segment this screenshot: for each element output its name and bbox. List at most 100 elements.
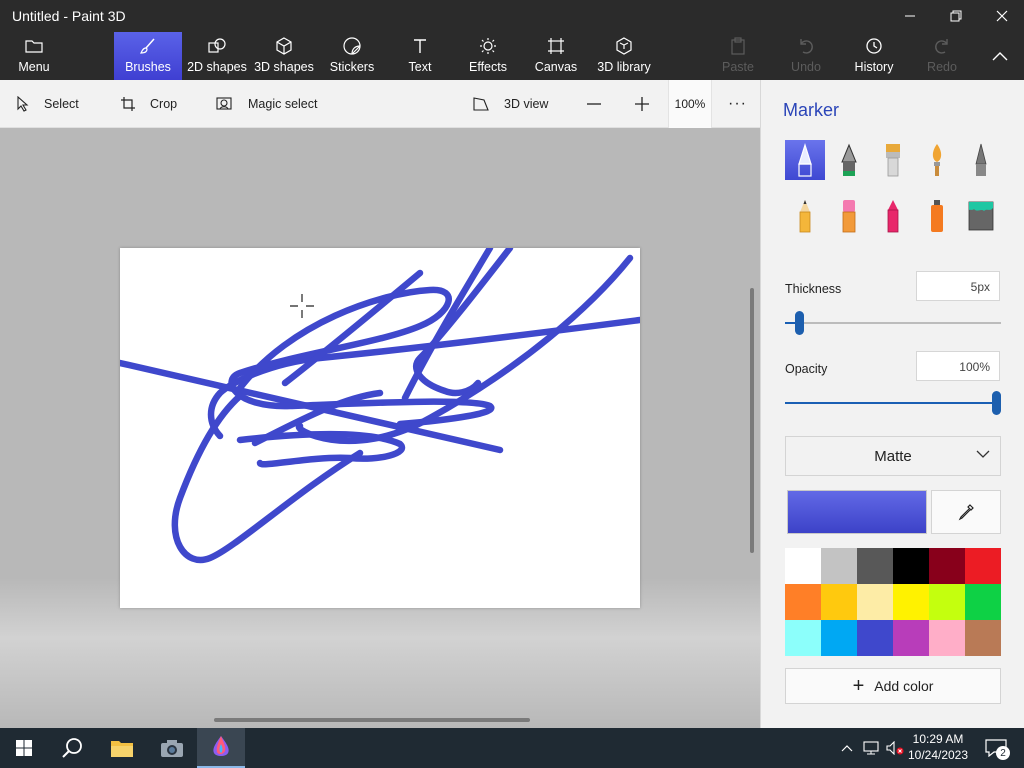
- color-swatch[interactable]: [929, 548, 965, 584]
- restore-button[interactable]: [933, 0, 979, 32]
- more-options-button[interactable]: ···: [728, 80, 747, 128]
- brush-crayon[interactable]: [873, 196, 913, 236]
- tool-3d-library[interactable]: 3D library: [596, 32, 652, 80]
- crosshair-cursor-icon: [290, 294, 314, 318]
- camera-button[interactable]: [148, 728, 196, 768]
- brush-calligraphy-pen[interactable]: [829, 140, 869, 180]
- color-swatch[interactable]: [821, 620, 857, 656]
- brush-oil[interactable]: [873, 140, 913, 180]
- clock[interactable]: 10:29 AM 10/24/2023: [906, 731, 970, 763]
- tool-label: 3D library: [597, 60, 651, 74]
- 3d-view-icon: [472, 96, 490, 112]
- folder-icon: [25, 37, 43, 55]
- minimize-button[interactable]: [887, 0, 933, 32]
- chevron-down-icon: [976, 450, 990, 458]
- color-swatch[interactable]: [785, 548, 821, 584]
- tool-3d-shapes[interactable]: 3D shapes: [253, 32, 315, 80]
- brush-fill[interactable]: [961, 196, 1001, 236]
- zoom-in-button[interactable]: [634, 80, 650, 128]
- color-swatch[interactable]: [821, 548, 857, 584]
- 3d-view-button[interactable]: 3D view: [472, 80, 548, 128]
- color-swatch[interactable]: [893, 584, 929, 620]
- color-swatch[interactable]: [965, 548, 1001, 584]
- tool-canvas[interactable]: Canvas: [534, 32, 578, 80]
- magic-select-label: Magic select: [248, 97, 318, 111]
- add-color-button[interactable]: + Add color: [785, 668, 1001, 704]
- history-button[interactable]: History: [850, 32, 898, 80]
- current-color-swatch[interactable]: [787, 490, 927, 534]
- color-swatch[interactable]: [929, 620, 965, 656]
- brush-pixel-pen[interactable]: [961, 140, 1001, 180]
- search-button[interactable]: [48, 728, 96, 768]
- thickness-slider[interactable]: [785, 311, 1001, 335]
- brush-eraser[interactable]: [829, 196, 869, 236]
- close-button[interactable]: [979, 0, 1024, 32]
- paint3d-taskbar-button[interactable]: [197, 728, 245, 768]
- color-swatch[interactable]: [857, 548, 893, 584]
- marker-stroke: [120, 248, 640, 564]
- menu-button[interactable]: Menu: [8, 32, 60, 80]
- color-swatch[interactable]: [929, 584, 965, 620]
- thickness-input[interactable]: 5px: [916, 271, 1000, 301]
- zoom-out-button[interactable]: [586, 80, 602, 128]
- brush-watercolor[interactable]: [917, 140, 957, 180]
- magic-select-button[interactable]: Magic select: [216, 80, 317, 128]
- color-swatch[interactable]: [965, 620, 1001, 656]
- opacity-fill: [785, 402, 996, 404]
- opacity-input[interactable]: 100%: [916, 351, 1000, 381]
- brush-marker[interactable]: [785, 140, 825, 180]
- marker-icon: [798, 143, 812, 177]
- select-button[interactable]: Select: [16, 80, 79, 128]
- volume-muted-icon: [886, 741, 904, 755]
- tool-effects[interactable]: Effects: [466, 32, 510, 80]
- action-center-button[interactable]: 2: [978, 728, 1014, 768]
- color-swatch[interactable]: [893, 548, 929, 584]
- 2d-shapes-icon: [207, 37, 227, 55]
- start-button[interactable]: [0, 728, 48, 768]
- crayon-icon: [887, 200, 899, 233]
- eyedropper-button[interactable]: [931, 490, 1001, 534]
- panel-title: Marker: [783, 100, 840, 120]
- tool-stickers[interactable]: Stickers: [326, 32, 378, 80]
- restore-icon: [950, 10, 962, 22]
- color-swatch[interactable]: [857, 620, 893, 656]
- color-swatch[interactable]: [857, 584, 893, 620]
- redo-button[interactable]: Redo: [922, 32, 962, 80]
- opacity-slider[interactable]: [785, 391, 1001, 415]
- finish-dropdown[interactable]: Matte: [785, 436, 1001, 476]
- window-title: Untitled - Paint 3D: [12, 8, 126, 24]
- paste-button[interactable]: Paste: [718, 32, 758, 80]
- clock-time: 10:29 AM: [912, 732, 964, 746]
- color-swatch[interactable]: [785, 584, 821, 620]
- horizontal-scrollbar[interactable]: [214, 718, 530, 722]
- undo-button[interactable]: Undo: [786, 32, 826, 80]
- color-swatch[interactable]: [785, 620, 821, 656]
- workspace[interactable]: [0, 128, 760, 728]
- brush-spray-can[interactable]: [917, 196, 957, 236]
- zoom-level[interactable]: 100%: [668, 80, 712, 128]
- network-button[interactable]: [860, 728, 882, 768]
- opacity-thumb[interactable]: [992, 391, 1001, 415]
- calligraphy-pen-icon: [841, 143, 857, 176]
- drawing-canvas[interactable]: [120, 248, 640, 608]
- title-bar: Untitled - Paint 3D: [0, 0, 1024, 32]
- tool-text[interactable]: Text: [398, 32, 442, 80]
- thickness-thumb[interactable]: [795, 311, 804, 335]
- minus-icon: [587, 103, 601, 105]
- close-icon: [996, 10, 1008, 22]
- collapse-ribbon-button[interactable]: [984, 32, 1016, 80]
- fill-bucket-icon: [968, 201, 994, 231]
- file-explorer-button[interactable]: [98, 728, 146, 768]
- show-hidden-icons-button[interactable]: [836, 728, 858, 768]
- tool-2d-shapes[interactable]: 2D shapes: [186, 32, 248, 80]
- tool-brushes[interactable]: Brushes: [114, 32, 182, 80]
- brush-pencil[interactable]: [785, 196, 825, 236]
- color-swatch[interactable]: [893, 620, 929, 656]
- color-swatch[interactable]: [965, 584, 1001, 620]
- vertical-scrollbar[interactable]: [750, 288, 754, 553]
- color-swatch[interactable]: [821, 584, 857, 620]
- undo-icon: [797, 37, 815, 55]
- crop-button[interactable]: Crop: [120, 80, 177, 128]
- spray-can-icon: [931, 200, 943, 232]
- volume-button[interactable]: [884, 728, 906, 768]
